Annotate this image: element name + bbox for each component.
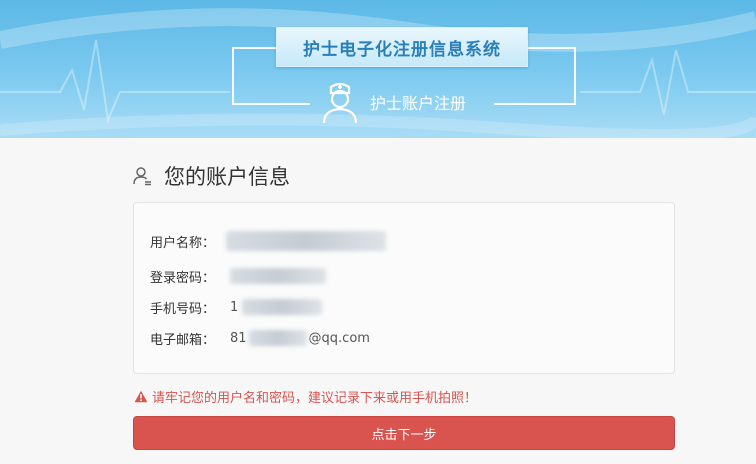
redacted-username <box>226 231 386 251</box>
nurse-icon <box>322 82 358 124</box>
redacted-email <box>248 330 307 346</box>
next-step-button[interactable]: 点击下一步 <box>133 416 675 450</box>
phone-row: 手机号码： 1 <box>150 297 323 317</box>
user-icon <box>133 167 151 186</box>
title-frame-right <box>528 47 576 105</box>
registration-subtitle: 护士账户注册 <box>370 94 467 113</box>
redacted-password <box>230 268 326 284</box>
username-row: 用户名称： <box>150 231 386 251</box>
system-title-box: 护士电子化注册信息系统 <box>276 27 528 67</box>
ecg-wave-decoration <box>0 8 756 138</box>
header-banner: 护士电子化注册信息系统 护士账户注册 <box>0 0 756 138</box>
email-value: 81 @qq.com <box>230 328 370 348</box>
phone-label: 手机号码： <box>150 301 216 317</box>
password-label: 登录密码： <box>150 270 216 286</box>
section-title: 您的账户信息 <box>164 165 290 189</box>
section-header: 您的账户信息 <box>132 161 290 191</box>
email-label: 电子邮箱： <box>150 332 216 348</box>
email-prefix: 81 <box>230 330 247 346</box>
phone-prefix: 1 <box>230 299 239 315</box>
warning-text: 请牢记您的用户名和密码，建议记录下来或用手机拍照！ <box>152 390 478 406</box>
system-title: 护士电子化注册信息系统 <box>303 39 501 60</box>
username-label: 用户名称： <box>150 235 216 251</box>
title-frame-bottom-left <box>232 103 310 105</box>
password-row: 登录密码： <box>150 266 326 286</box>
phone-value: 1 <box>230 297 323 317</box>
password-value <box>230 266 326 286</box>
email-suffix: @qq.com <box>308 330 370 346</box>
account-info-card: 用户名称： 登录密码： 手机号码： 1 电子邮箱： 81 @qq.com <box>133 202 675 374</box>
title-frame-bottom-right <box>494 103 576 105</box>
email-row: 电子邮箱： 81 @qq.com <box>150 328 370 348</box>
title-frame-left <box>232 47 280 105</box>
redacted-phone <box>242 299 323 315</box>
warning-icon <box>134 390 148 402</box>
warning-message: 请牢记您的用户名和密码，建议记录下来或用手机拍照！ <box>134 386 477 406</box>
username-value <box>226 231 386 251</box>
